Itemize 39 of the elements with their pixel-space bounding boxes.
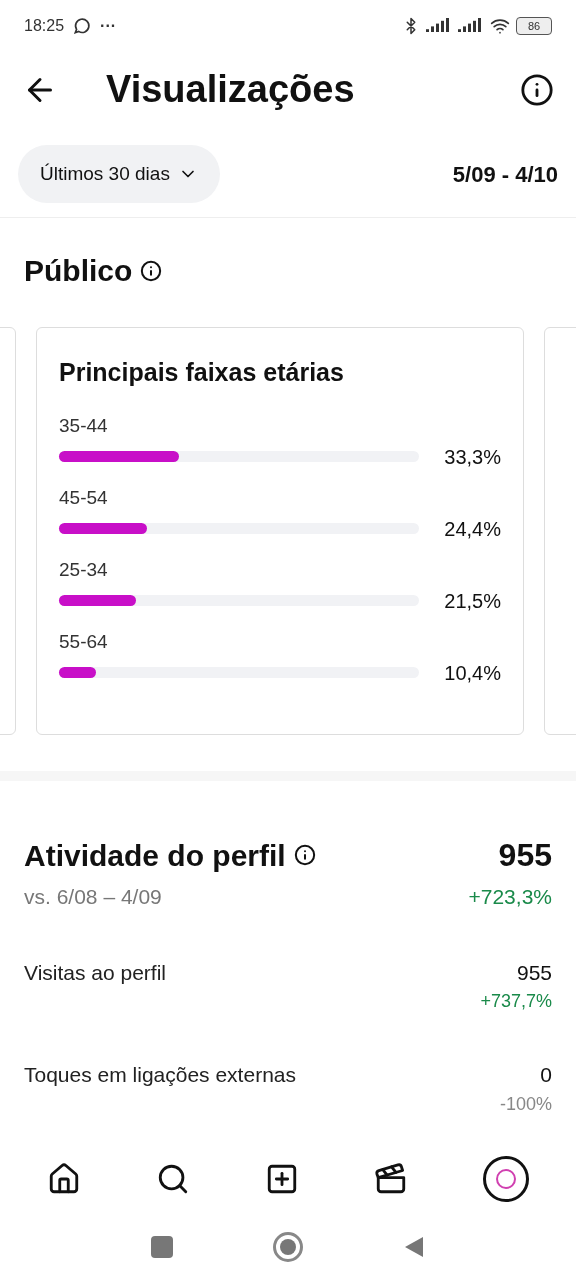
recents-button[interactable] xyxy=(151,1236,173,1258)
percentage: 33,3% xyxy=(444,444,501,470)
section-title: Atividade do perfil xyxy=(24,837,286,874)
date-range: 5/09 - 4/10 xyxy=(452,160,558,189)
age-range: 35-44 xyxy=(59,413,109,438)
video-icon[interactable] xyxy=(373,1162,408,1196)
metric-label: Toques em ligações externas xyxy=(24,1062,296,1088)
age-range: 25-34 xyxy=(59,557,109,582)
age-range: 55-64 xyxy=(59,629,109,654)
total-value: 955 xyxy=(498,836,552,875)
info-button[interactable] xyxy=(520,72,554,107)
metric-value: 0 xyxy=(540,1062,552,1088)
info-icon xyxy=(140,259,163,282)
home-button[interactable] xyxy=(273,1232,303,1262)
signal-icon xyxy=(426,18,452,34)
chat-icon xyxy=(72,16,93,36)
status-time: 18:25 xyxy=(24,16,65,36)
battery-indicator: 86 xyxy=(516,17,552,35)
page-title: Visualizações xyxy=(106,67,356,112)
age-range: 45-54 xyxy=(59,485,109,510)
profile-avatar[interactable] xyxy=(482,1156,529,1202)
card-title: Principais faixas etárias xyxy=(59,357,345,388)
percentage: 10,4% xyxy=(444,660,501,686)
change-percentage: +723,3% xyxy=(468,884,552,910)
signal-icon xyxy=(458,18,484,34)
period-dropdown[interactable]: Últimos 30 dias xyxy=(18,145,220,203)
change-percentage: +737,7% xyxy=(480,990,552,1013)
add-icon[interactable] xyxy=(265,1162,299,1196)
percentage: 21,5% xyxy=(444,588,501,614)
comparison-period: vs. 6/08 – 4/09 xyxy=(24,884,162,910)
change-percentage: -100% xyxy=(499,1092,552,1116)
back-icon[interactable] xyxy=(403,1235,425,1259)
info-icon xyxy=(293,844,316,866)
section-title: Público xyxy=(24,253,133,289)
metric-value: 955 xyxy=(516,959,552,986)
percentage: 24,4% xyxy=(444,516,501,542)
wifi-icon xyxy=(490,16,510,36)
metric-label: Visitas ao perfil xyxy=(24,959,167,986)
more-notifications: ··· xyxy=(100,16,117,36)
